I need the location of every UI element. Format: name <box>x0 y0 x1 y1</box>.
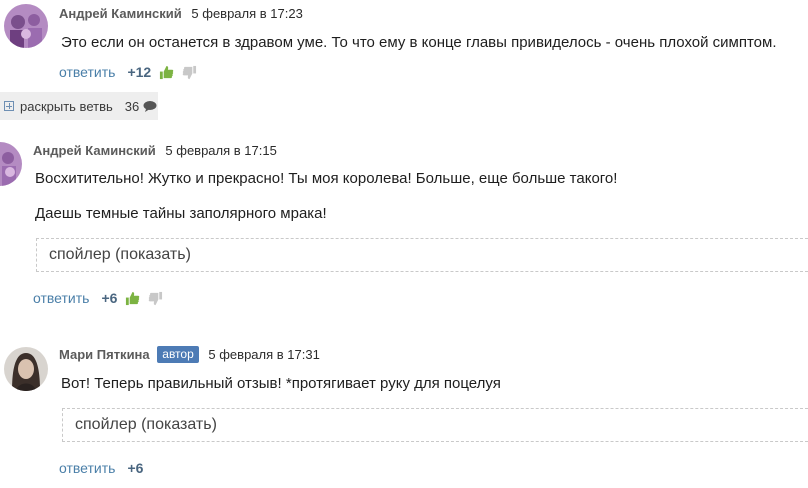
speech-bubble-icon <box>143 100 157 112</box>
reply-link[interactable]: ответить <box>59 460 115 476</box>
comment-meta: Андрей Каминский 5 февраля в 17:23 <box>59 6 303 21</box>
comment-text: Восхитительно! Жутко и прекрасно! Ты моя… <box>35 170 618 187</box>
comment-date: 5 февраля в 17:31 <box>208 347 320 362</box>
comment-text: Это если он останется в здравом уме. То … <box>61 34 777 51</box>
avatar[interactable] <box>0 142 22 186</box>
reply-link[interactable]: ответить <box>59 64 115 80</box>
author-name[interactable]: Андрей Каминский <box>59 6 182 21</box>
avatar[interactable] <box>4 347 48 391</box>
vote-score: +12 <box>127 64 152 80</box>
avatar[interactable] <box>4 4 48 48</box>
vote-score: +6 <box>127 460 144 476</box>
thumbs-down-icon[interactable] <box>148 291 163 306</box>
comment-text: Вот! Теперь правильный отзыв! *протягива… <box>61 375 501 392</box>
vote-score: +6 <box>101 290 118 306</box>
spoiler-toggle[interactable]: спойлер (показать) <box>62 408 808 442</box>
thumbs-down-icon[interactable] <box>182 65 197 80</box>
comment-date: 5 февраля в 17:23 <box>191 6 303 21</box>
author-name[interactable]: Андрей Каминский <box>33 143 156 158</box>
thumbs-up-icon[interactable] <box>159 65 174 80</box>
comment-meta: Андрей Каминский 5 февраля в 17:15 <box>33 143 277 158</box>
expand-branch-label: раскрыть ветвь <box>20 98 113 114</box>
comment-actions: ответить +6 <box>33 290 163 306</box>
reply-link[interactable]: ответить <box>33 290 89 306</box>
spoiler-toggle[interactable]: спойлер (показать) <box>36 238 808 272</box>
comment-actions: ответить +12 <box>59 64 197 80</box>
comment-actions: ответить +6 <box>59 460 143 476</box>
comment-meta: Мари Пяткина автор 5 февраля в 17:31 <box>59 346 320 363</box>
author-name[interactable]: Мари Пяткина <box>59 347 150 362</box>
plus-box-icon <box>4 101 14 111</box>
comment-date: 5 февраля в 17:15 <box>165 143 277 158</box>
thumbs-up-icon[interactable] <box>125 291 140 306</box>
expand-branch-button[interactable]: раскрыть ветвь 36 <box>0 92 158 120</box>
author-badge: автор <box>157 346 199 363</box>
branch-count: 36 <box>124 98 140 114</box>
comment-text: Даешь темные тайны заполярного мрака! <box>35 205 327 222</box>
